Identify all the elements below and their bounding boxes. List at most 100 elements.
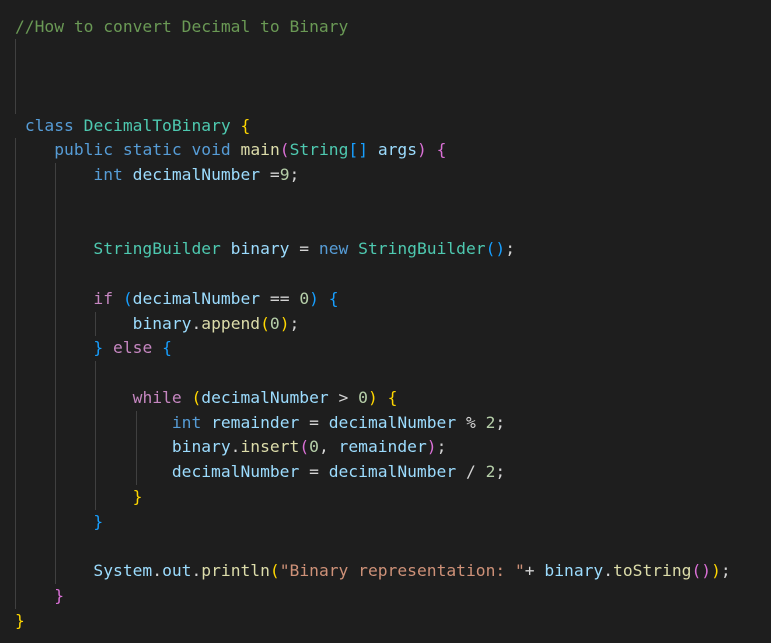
code-token: {	[387, 387, 398, 407]
code-token: public	[54, 140, 114, 160]
code-editor[interactable]: //How to convert Decimal to Binary class…	[0, 0, 771, 643]
code-token: new	[318, 239, 349, 259]
code-token: if	[93, 288, 114, 308]
code-token: static	[122, 140, 182, 160]
code-token: //How to convert Decimal to Binary	[15, 16, 349, 36]
code-token: .	[191, 313, 202, 333]
code-token: =	[260, 165, 280, 184]
code-line[interactable]: System.out.println("Binary representatio…	[15, 559, 731, 584]
code-token: ()	[691, 561, 712, 580]
code-token: int	[171, 412, 202, 432]
code-line[interactable]: public static void main(String[] args) {	[15, 138, 446, 163]
code-token: .	[230, 437, 241, 457]
code-token: decimalNumber	[132, 288, 261, 308]
code-token: remainder	[338, 437, 427, 457]
code-line[interactable]: decimalNumber = decimalNumber / 2;	[15, 460, 505, 485]
code-token: decimalNumber	[132, 165, 261, 184]
code-token: StringBuilder	[93, 239, 221, 259]
code-token: DecimalToBinary	[83, 115, 231, 135]
code-token: )	[309, 288, 319, 308]
code-token: ;	[436, 437, 447, 457]
indent-guide	[15, 39, 16, 114]
code-token: =	[299, 462, 329, 481]
code-line[interactable]: int remainder = decimalNumber % 2;	[15, 411, 505, 436]
code-token: insert	[240, 437, 300, 457]
code-token: class	[24, 115, 74, 135]
code-token: (	[191, 387, 202, 407]
code-line[interactable]: }	[15, 584, 64, 609]
code-token: remainder	[211, 412, 300, 432]
code-line[interactable]: }	[15, 609, 25, 634]
code-token: )	[279, 313, 290, 333]
code-token: {	[240, 115, 251, 135]
code-token: binary	[544, 561, 604, 580]
code-token: ;	[720, 561, 731, 580]
code-token: }	[132, 486, 143, 506]
code-token: ()	[485, 239, 506, 259]
code-token: )	[417, 140, 427, 160]
code-token: (	[279, 140, 290, 160]
code-token: >	[328, 387, 359, 407]
code-line[interactable]: //How to convert Decimal to Binary	[15, 15, 348, 40]
code-line[interactable]: if (decimalNumber == 0) {	[15, 287, 338, 312]
code-token: )	[367, 387, 378, 407]
code-token: 0	[358, 387, 368, 407]
code-line[interactable]: }	[15, 510, 103, 535]
code-token: }	[15, 610, 25, 630]
code-line[interactable]: class DecimalToBinary {	[15, 114, 251, 139]
code-token: ;	[505, 239, 516, 259]
code-line[interactable]: binary.insert(0, remainder);	[15, 435, 447, 460]
indent-guide	[15, 138, 16, 609]
code-token: {	[162, 338, 172, 358]
code-token: toString	[613, 561, 692, 580]
code-token: (	[260, 313, 270, 333]
code-token: {	[436, 140, 447, 160]
code-token: out	[162, 561, 192, 580]
code-line[interactable]: binary.append(0);	[15, 312, 300, 337]
code-token: binary	[132, 313, 192, 333]
code-token: (	[269, 561, 280, 580]
code-token: else	[113, 338, 153, 358]
code-token: +	[524, 561, 545, 580]
code-token: ==	[260, 288, 300, 308]
code-line[interactable]: } else {	[15, 336, 172, 361]
code-token: void	[191, 140, 231, 160]
code-line[interactable]: StringBuilder binary = new StringBuilder…	[15, 237, 515, 262]
code-token: }	[93, 338, 104, 358]
code-token: }	[93, 511, 104, 531]
code-token: StringBuilder	[358, 239, 486, 259]
code-token: =	[299, 412, 329, 432]
code-token: (	[299, 437, 310, 457]
code-token: while	[132, 387, 182, 407]
code-token: main	[240, 140, 280, 160]
code-token: binary	[230, 239, 290, 259]
code-line[interactable]: }	[15, 485, 143, 510]
code-token: 2	[485, 462, 496, 481]
code-token: 0	[269, 313, 280, 333]
code-token: decimalNumber	[171, 462, 300, 481]
code-line[interactable]: int decimalNumber =9;	[15, 163, 299, 188]
code-line[interactable]: while (decimalNumber > 0) {	[15, 386, 398, 411]
code-token: .	[152, 561, 163, 580]
code-token: println	[201, 561, 270, 580]
